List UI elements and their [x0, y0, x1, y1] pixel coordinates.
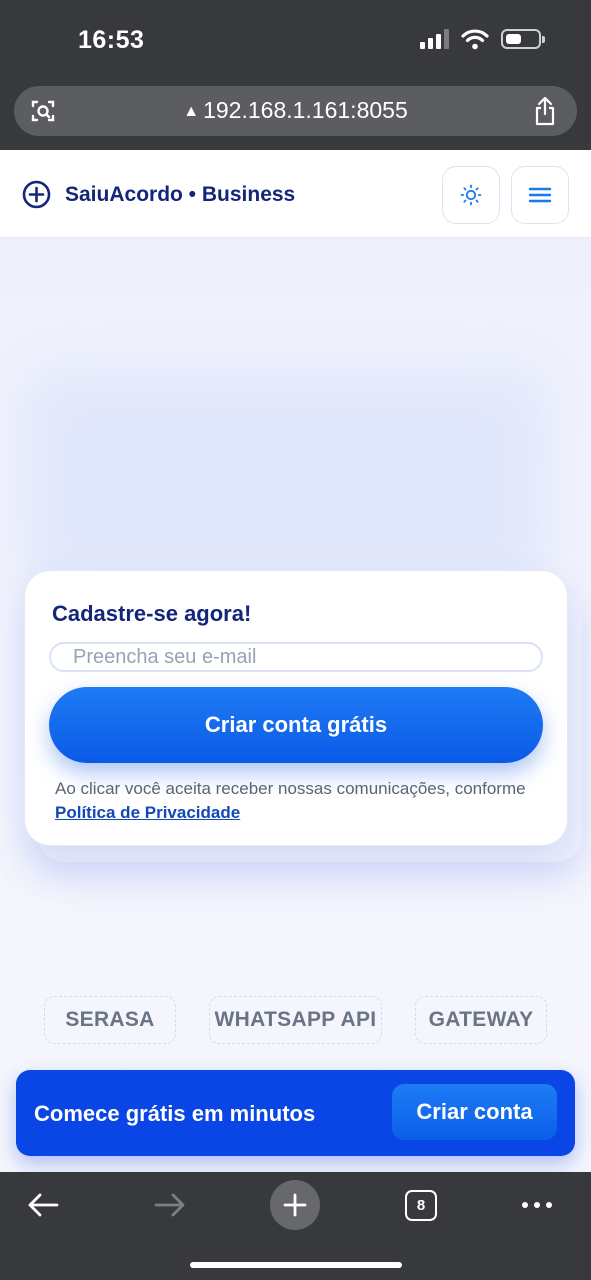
url-text[interactable]: ▲ 192.168.1.161:8055 — [14, 97, 577, 124]
url-bar[interactable]: ▲ 192.168.1.161:8055 — [14, 86, 577, 136]
warning-icon: ▲ — [183, 103, 200, 120]
privacy-policy-link[interactable]: Política de Privacidade — [55, 803, 240, 822]
status-time: 16:53 — [78, 26, 145, 54]
new-tab-icon — [283, 1193, 307, 1217]
signup-title: Cadastre-se agora! — [52, 601, 252, 626]
signup-card: Cadastre-se agora! Criar conta grátis Ao… — [24, 570, 568, 846]
brand-name: SaiuAcordo • Business — [65, 182, 296, 206]
tab-count: 8 — [416, 1196, 426, 1214]
consent-label: Ao clicar você aceita receber nossas com… — [55, 779, 526, 798]
sun-icon — [460, 184, 482, 206]
plus-circle-icon — [22, 180, 51, 209]
integration-chip-whatsapp-api: WHATSAPP API — [209, 996, 382, 1044]
brand-logo[interactable]: SaiuAcordo • Business — [22, 180, 295, 209]
tabs-icon: 8 — [405, 1189, 437, 1221]
back-arrow-icon — [28, 1193, 59, 1217]
browser-top-chrome: 16:53 ▲ 192.168.1.161:8055 — [0, 0, 591, 150]
back-button[interactable] — [15, 1180, 71, 1230]
url-address: 192.168.1.161:8055 — [203, 97, 408, 123]
menu-button[interactable] — [511, 166, 569, 224]
battery-icon — [501, 29, 545, 49]
integration-chip-gateway: GATEWAY — [415, 996, 547, 1044]
forward-button[interactable] — [142, 1180, 198, 1230]
home-indicator — [190, 1262, 402, 1268]
hero-placeholder — [20, 368, 550, 598]
integration-chip-serasa: SERASA — [44, 996, 176, 1044]
wifi-icon — [461, 29, 489, 50]
app-header: SaiuAcordo • Business — [0, 150, 591, 238]
create-free-account-button[interactable]: Criar conta grátis — [49, 687, 543, 763]
more-icon — [522, 1202, 552, 1208]
forward-arrow-icon — [154, 1193, 185, 1217]
share-icon[interactable] — [533, 96, 557, 126]
status-icons — [420, 28, 545, 50]
signal-icon — [420, 29, 449, 49]
email-input[interactable] — [49, 642, 543, 672]
theme-toggle-button[interactable] — [442, 166, 500, 224]
new-tab-button[interactable] — [267, 1180, 323, 1230]
tabs-button[interactable]: 8 — [393, 1180, 449, 1230]
consent-text: Ao clicar você aceita receber nossas com… — [55, 777, 535, 825]
promo-bar: Comece grátis em minutos Criar conta — [16, 1070, 575, 1156]
more-button[interactable] — [509, 1180, 565, 1230]
promo-text: Comece grátis em minutos — [34, 1101, 316, 1126]
hamburger-icon — [528, 187, 552, 203]
create-account-button[interactable]: Criar conta — [392, 1084, 557, 1140]
